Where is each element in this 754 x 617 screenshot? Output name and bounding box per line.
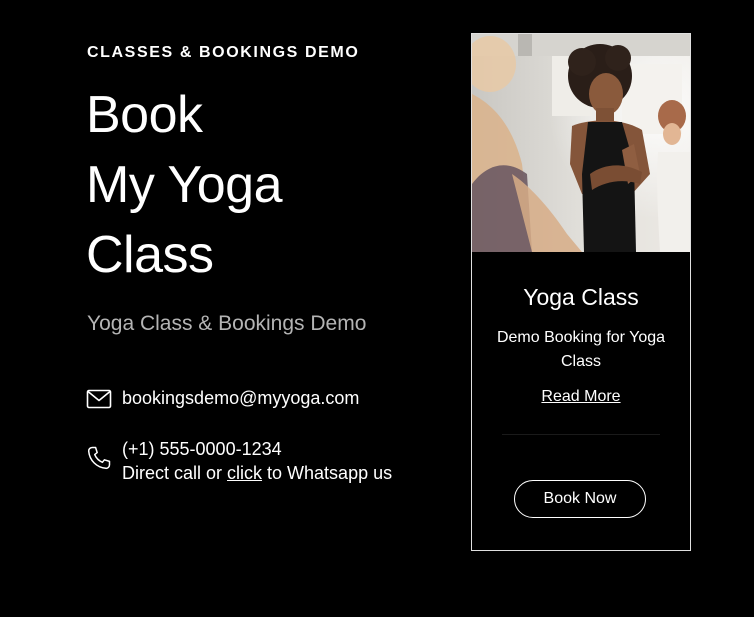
page-title-line-1: Book	[86, 86, 203, 144]
email-contact: bookingsdemo@myyoga.com	[86, 386, 359, 412]
phone-icon	[87, 446, 111, 470]
yoga-class-photo	[472, 34, 690, 252]
page-title-line-3: Class	[86, 226, 214, 284]
whatsapp-line: Direct call or click to Whatsapp us	[122, 461, 392, 485]
read-more-link[interactable]: Read More	[472, 388, 690, 406]
book-now-button[interactable]: Book Now	[514, 480, 646, 518]
card-divider	[502, 434, 660, 435]
whatsapp-click-link[interactable]: click	[227, 463, 262, 483]
whatsapp-suffix: to Whatsapp us	[262, 463, 393, 483]
phone-details: (+1) 555-0000-1234 Direct call or click …	[122, 437, 392, 485]
envelope-icon	[86, 389, 112, 409]
eyebrow-label: CLASSES & BOOKINGS DEMO	[87, 44, 360, 61]
card-description: Demo Booking for Yoga Class	[496, 329, 666, 370]
page-subtitle: Yoga Class & Bookings Demo	[87, 312, 367, 335]
page-title-line-2: My Yoga	[86, 156, 283, 214]
page-title: Book My Yoga Class	[86, 80, 283, 290]
phone-contact: (+1) 555-0000-1234 Direct call or click …	[86, 437, 392, 485]
email-link[interactable]: bookingsdemo@myyoga.com	[122, 386, 359, 410]
yoga-class-card: Yoga Class Demo Booking for Yoga Class R…	[471, 33, 691, 551]
phone-number[interactable]: (+1) 555-0000-1234	[122, 437, 392, 461]
card-title: Yoga Class	[523, 284, 639, 310]
whatsapp-prefix: Direct call or	[122, 463, 228, 483]
